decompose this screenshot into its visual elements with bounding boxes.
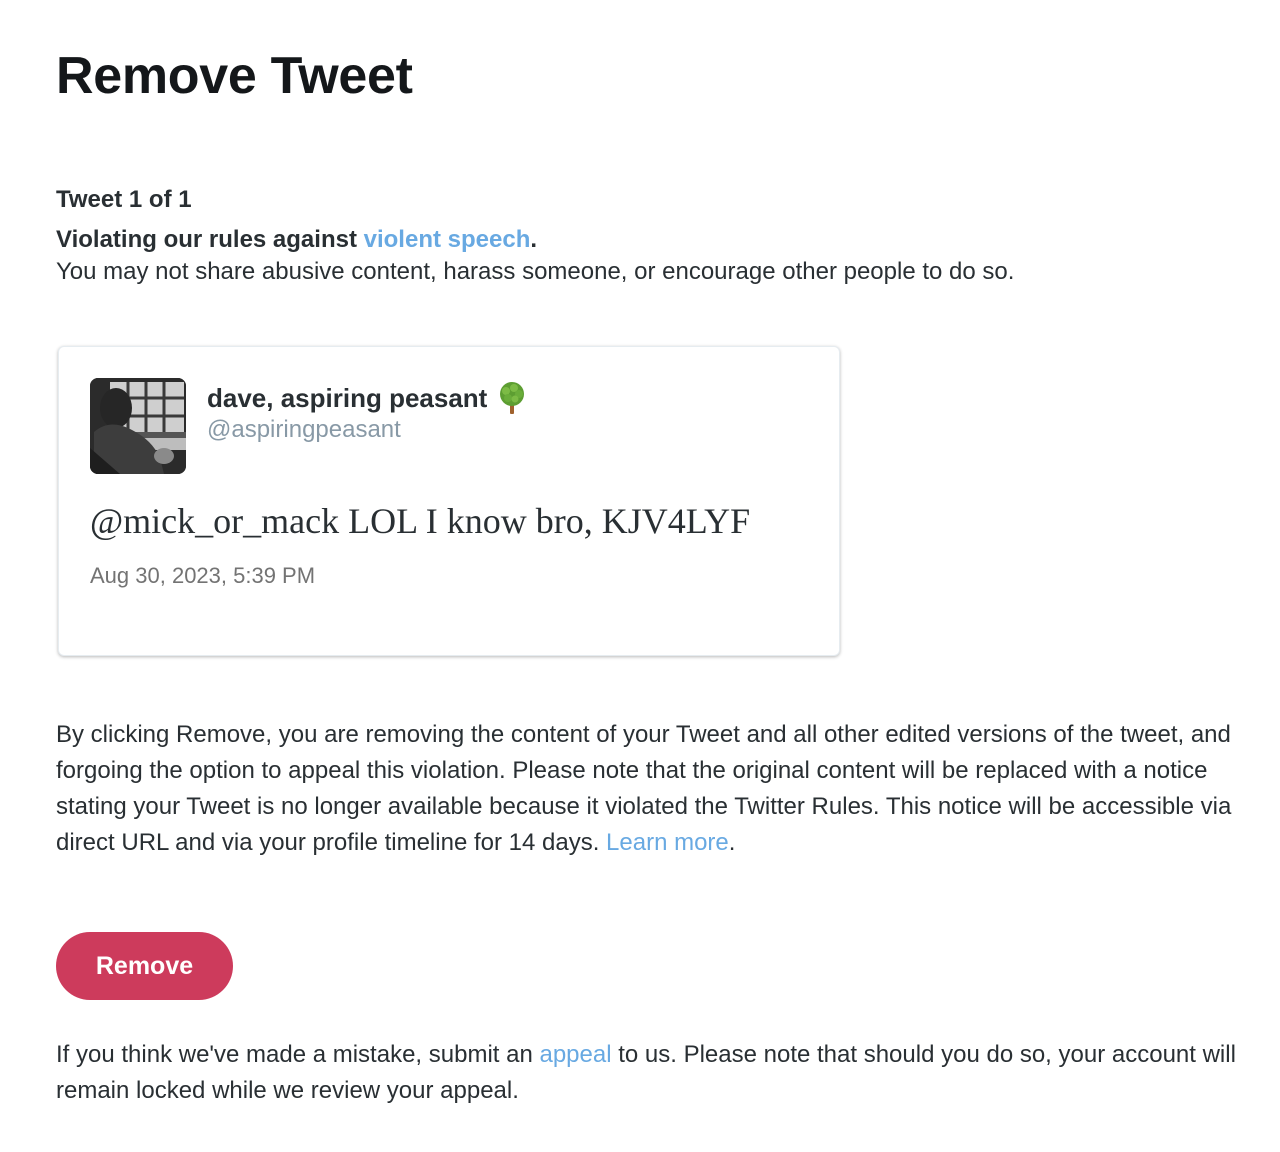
- avatar: [90, 378, 186, 474]
- tweet-timestamp: Aug 30, 2023, 5:39 PM: [90, 563, 316, 588]
- deciduous-tree-icon: [495, 381, 529, 415]
- appeal-link[interactable]: appeal: [539, 1041, 611, 1068]
- learn-more-link[interactable]: Learn more: [606, 829, 729, 856]
- tweet-count: Tweet 1 of 1: [56, 186, 192, 213]
- avatar-photo: [90, 378, 186, 474]
- violent-speech-link[interactable]: violent speech: [364, 226, 531, 253]
- violation-rule-suffix: .: [530, 226, 538, 253]
- display-name-text: dave, aspiring peasant: [207, 383, 488, 413]
- page-title: Remove Tweet: [56, 47, 413, 105]
- violation-rule: Violating our rules against violent spee…: [56, 225, 537, 255]
- remove-button[interactable]: Remove: [56, 932, 233, 1000]
- tweet-card: dave, aspiring peasant @aspiringpeasant …: [58, 346, 840, 656]
- appeal-notice: If you think we've made a mistake, submi…: [56, 1037, 1246, 1109]
- removal-notice-suffix: .: [728, 829, 736, 856]
- violation-description: You may not share abusive content, haras…: [56, 258, 1015, 285]
- appeal-notice-prefix: If you think we've made a mistake, submi…: [56, 1041, 540, 1068]
- removal-notice: By clicking Remove, you are removing the…: [56, 717, 1236, 861]
- tweet-text: @mick_or_mack LOL I know bro, KJV4LYF: [90, 501, 751, 541]
- display-name: dave, aspiring peasant: [207, 381, 529, 415]
- violation-rule-prefix: Violating our rules against: [56, 226, 364, 253]
- user-handle: @aspiringpeasant: [207, 416, 401, 443]
